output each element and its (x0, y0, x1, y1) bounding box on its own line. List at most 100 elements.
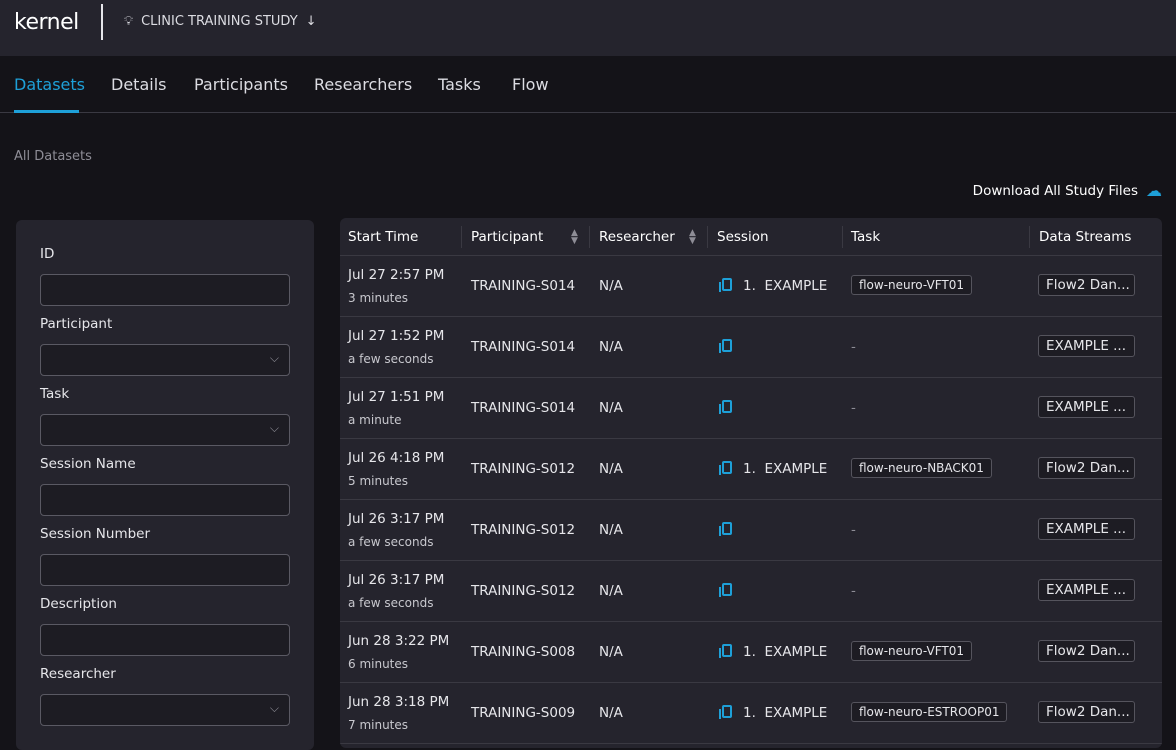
col-task[interactable]: Task (851, 229, 880, 245)
session-copy-icon[interactable] (719, 461, 732, 475)
task-empty: - (851, 400, 856, 416)
filter-task-select[interactable]: ⌵ (40, 414, 290, 446)
filter-participant-select[interactable]: ⌵ (40, 344, 290, 376)
relative-time: 5 minutes (348, 474, 409, 488)
data-stream-chip[interactable]: EXAMPLE ... (1038, 335, 1135, 357)
tab-tasks[interactable]: Tasks (438, 75, 481, 94)
chevron-down-icon: ⌵ (269, 421, 279, 435)
start-time: Jul 27 1:52 PM (348, 328, 445, 344)
download-all-button[interactable]: Download All Study Files ☁ (973, 181, 1162, 200)
researcher: N/A (599, 644, 623, 660)
tab-researchers[interactable]: Researchers (314, 75, 412, 94)
start-time: Jun 28 3:22 PM (348, 633, 450, 649)
sort-icon[interactable]: ▲ ▼ (689, 229, 696, 246)
participant[interactable]: TRAINING-S014 (471, 278, 575, 294)
task-chip[interactable]: flow-neuro-ESTROOP01 (851, 702, 1008, 722)
chevron-down-icon: ⌵ (269, 351, 279, 365)
session-copy-icon[interactable] (719, 705, 732, 719)
session-name: 1. EXAMPLE (743, 461, 828, 477)
col-researcher[interactable]: Researcher (599, 229, 675, 245)
start-time: Jul 26 4:18 PM (348, 450, 445, 466)
participant[interactable]: TRAINING-S012 (471, 522, 575, 538)
start-time: Jul 27 2:57 PM (348, 267, 445, 283)
task-empty: - (851, 583, 856, 599)
session-name: 1. EXAMPLE (743, 644, 828, 660)
researcher: N/A (599, 278, 623, 294)
table-row[interactable]: Jul 27 1:51 PM a minute TRAINING-S014 N/… (340, 378, 1162, 439)
table-row[interactable]: Jul 26 3:17 PM a few seconds TRAINING-S0… (340, 561, 1162, 622)
participant[interactable]: TRAINING-S009 (471, 705, 575, 721)
filter-session-number-input[interactable] (40, 554, 290, 586)
researcher: N/A (599, 705, 623, 721)
study-selector[interactable]: 💡︎ CLINIC TRAINING STUDY ↓ (124, 14, 317, 29)
chevron-down-icon: ⌵ (269, 701, 279, 715)
filter-label-session-number: Session Number (40, 526, 151, 542)
session-copy-icon[interactable] (719, 644, 732, 658)
download-label: Download All Study Files (972, 182, 1138, 199)
start-time: Jul 27 1:51 PM (348, 389, 445, 405)
relative-time: 6 minutes (348, 657, 409, 671)
participant[interactable]: TRAINING-S012 (471, 461, 575, 477)
data-stream-chip[interactable]: Flow2 Dan... (1038, 701, 1135, 723)
participant[interactable]: TRAINING-S008 (471, 644, 575, 660)
session-name: 1. EXAMPLE (743, 278, 828, 294)
data-stream-chip[interactable]: Flow2 Dan... (1038, 640, 1135, 662)
participant[interactable]: TRAINING-S014 (471, 339, 575, 355)
tab-bar: Datasets Details Participants Researcher… (0, 56, 1176, 113)
task-chip[interactable]: flow-neuro-VFT01 (851, 275, 972, 295)
table-row[interactable]: Jun 28 3:18 PM 7 minutes TRAINING-S009 N… (340, 683, 1162, 744)
start-time: Jul 26 3:17 PM (348, 511, 445, 527)
col-participant[interactable]: Participant (471, 229, 543, 245)
table-row[interactable]: Jul 26 3:17 PM a few seconds TRAINING-S0… (340, 500, 1162, 561)
filter-panel: ID Participant ⌵ Task ⌵ Session Name Sessi… (16, 220, 314, 750)
breadcrumb[interactable]: All Datasets (14, 149, 92, 164)
tab-details[interactable]: Details (111, 75, 166, 94)
session-copy-icon[interactable] (719, 400, 732, 414)
table-row[interactable]: Jul 27 2:57 PM 3 minutes TRAINING-S014 N… (340, 256, 1162, 317)
session-copy-icon[interactable] (719, 339, 732, 353)
task-chip[interactable]: flow-neuro-NBACK01 (851, 458, 992, 478)
data-stream-chip[interactable]: Flow2 Dan... (1038, 274, 1135, 296)
participant[interactable]: TRAINING-S012 (471, 583, 575, 599)
filter-researcher-select[interactable]: ⌵ (40, 694, 290, 726)
column-separator (461, 226, 462, 248)
filter-label-id: ID (40, 246, 55, 262)
filter-label-description: Description (40, 596, 117, 612)
relative-time: a few seconds (348, 352, 434, 366)
data-stream-chip[interactable]: EXAMPLE ... (1038, 396, 1135, 418)
task-empty: - (851, 522, 856, 538)
filter-description-input[interactable] (40, 624, 290, 656)
col-session[interactable]: Session (717, 229, 769, 245)
filter-label-task: Task (40, 386, 70, 402)
researcher: N/A (599, 461, 623, 477)
tab-flow[interactable]: Flow (512, 75, 549, 94)
table-row[interactable]: Jul 27 1:52 PM a few seconds TRAINING-S0… (340, 317, 1162, 378)
session-copy-icon[interactable] (719, 583, 732, 597)
data-stream-chip[interactable]: EXAMPLE ... (1038, 579, 1135, 601)
kernel-logo[interactable]: kernel (14, 10, 79, 35)
relative-time: 7 minutes (348, 718, 409, 732)
session-copy-icon[interactable] (719, 278, 732, 292)
filter-session-name-input[interactable] (40, 484, 290, 516)
task-chip[interactable]: flow-neuro-VFT01 (851, 641, 972, 661)
table-row[interactable]: Jun 28 3:22 PM 6 minutes TRAINING-S008 N… (340, 622, 1162, 683)
tab-datasets[interactable]: Datasets (14, 75, 85, 94)
tab-participants[interactable]: Participants (194, 75, 288, 94)
participant[interactable]: TRAINING-S014 (471, 400, 575, 416)
data-stream-chip[interactable]: EXAMPLE ... (1038, 518, 1135, 540)
filter-id-input[interactable] (40, 274, 290, 306)
sort-icon[interactable]: ▲ ▼ (571, 229, 578, 246)
active-tab-indicator (14, 110, 79, 113)
filter-label-participant: Participant (40, 316, 113, 332)
session-copy-icon[interactable] (719, 522, 732, 536)
table-row[interactable]: Jul 26 4:18 PM 5 minutes TRAINING-S012 N… (340, 439, 1162, 500)
session-name: 1. EXAMPLE (743, 705, 828, 721)
divider (101, 4, 103, 40)
data-stream-chip[interactable]: Flow2 Dan... (1038, 457, 1135, 479)
arrow-down-icon: ↓ (305, 14, 317, 29)
start-time: Jun 28 3:18 PM (348, 694, 450, 710)
col-data-streams[interactable]: Data Streams (1039, 229, 1131, 245)
start-time: Jul 26 3:17 PM (348, 572, 445, 588)
researcher: N/A (599, 400, 623, 416)
col-start-time[interactable]: Start Time (348, 229, 418, 245)
